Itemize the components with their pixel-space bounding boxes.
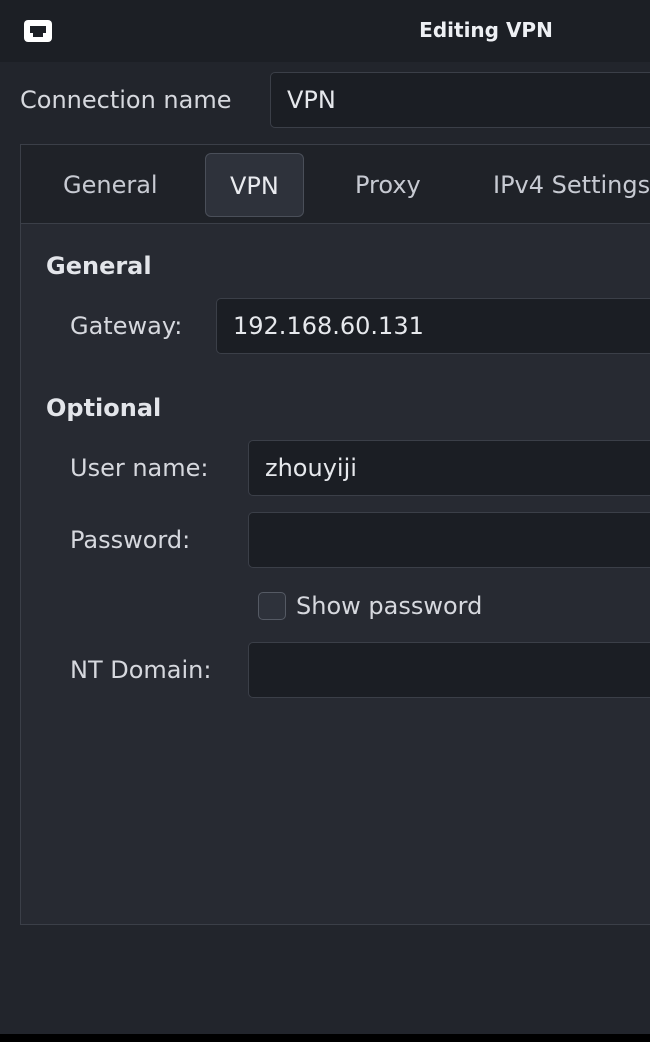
window-title: Editing VPN	[419, 18, 553, 42]
title-bar[interactable]: Editing VPN	[0, 0, 650, 62]
editing-vpn-dialog: Editing VPN Connection name General VPN …	[0, 0, 650, 1034]
gateway-label: Gateway:	[70, 312, 183, 340]
show-password-checkbox[interactable]	[258, 592, 286, 620]
password-label: Password:	[70, 526, 191, 554]
tab-general[interactable]: General	[63, 153, 158, 217]
nt-domain-input[interactable]	[248, 642, 650, 698]
tab-proxy[interactable]: Proxy	[355, 153, 421, 217]
username-input[interactable]	[248, 440, 650, 496]
general-section-heading: General	[46, 252, 152, 280]
password-input[interactable]	[248, 512, 650, 568]
connection-name-input[interactable]	[270, 72, 650, 128]
optional-section-heading: Optional	[46, 394, 162, 422]
tab-vpn[interactable]: VPN	[205, 153, 304, 217]
tab-ipv4-settings[interactable]: IPv4 Settings	[493, 153, 650, 217]
gateway-input[interactable]	[216, 298, 650, 354]
tab-bar: General VPN Proxy IPv4 Settings	[21, 145, 650, 224]
nt-domain-label: NT Domain:	[70, 656, 212, 684]
connection-name-label: Connection name	[20, 86, 232, 114]
show-password-label[interactable]: Show password	[296, 592, 482, 620]
username-label: User name:	[70, 454, 209, 482]
